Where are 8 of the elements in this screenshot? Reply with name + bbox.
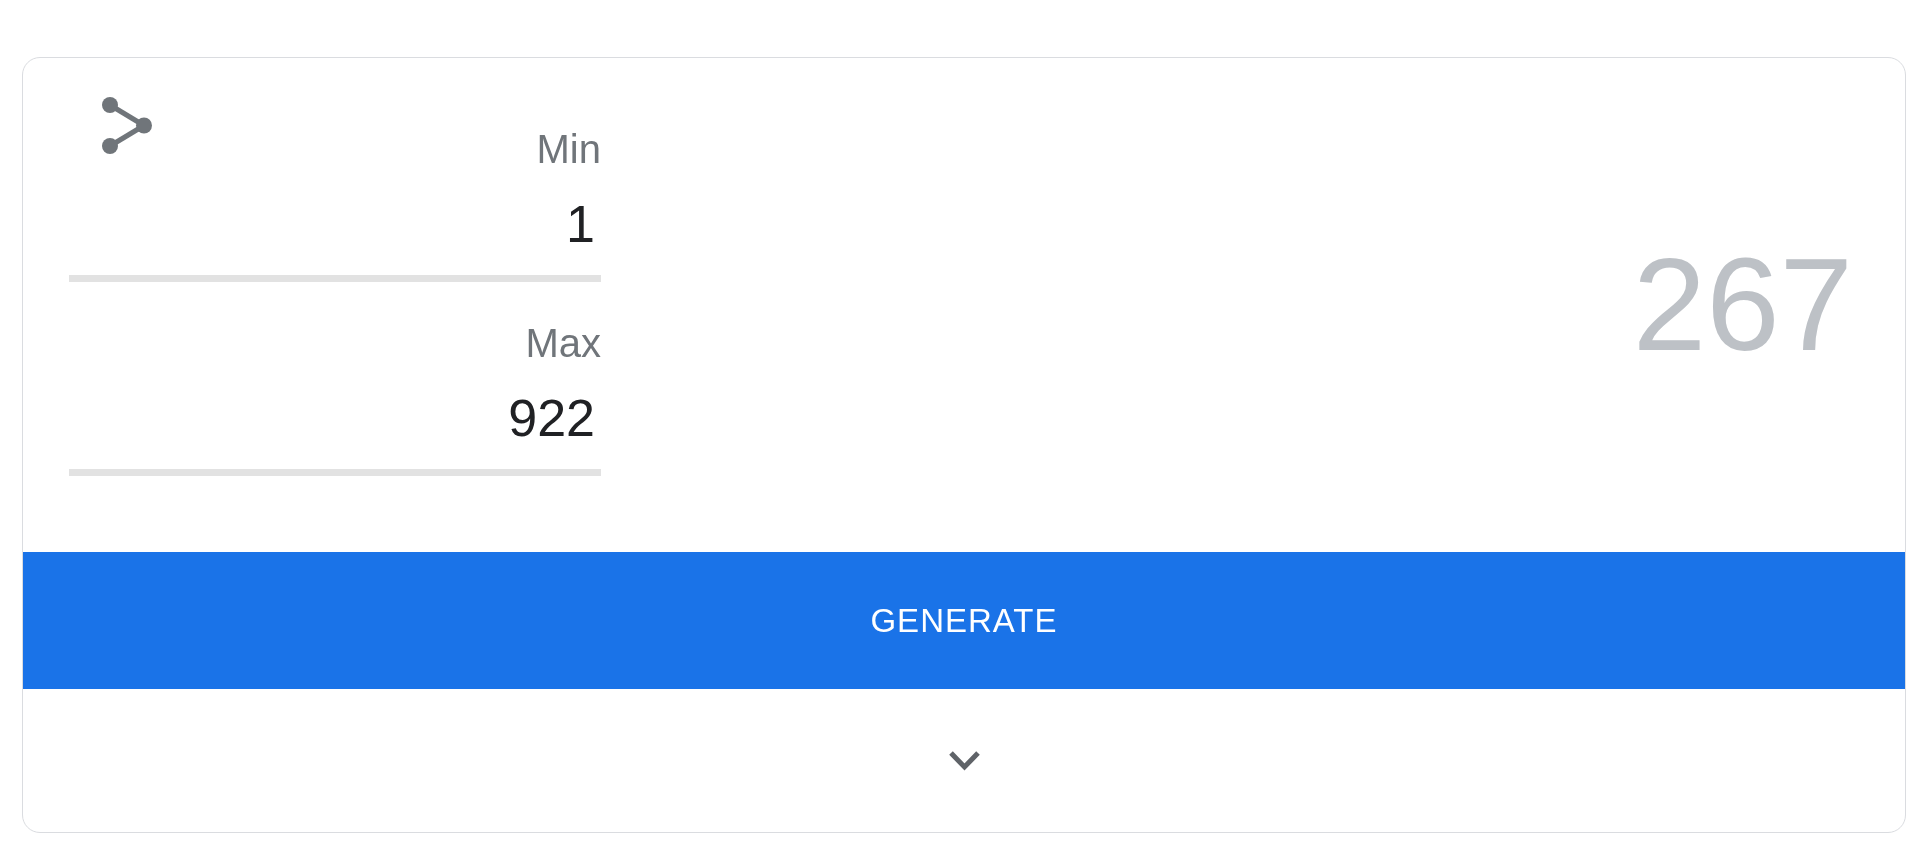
share-icon[interactable] xyxy=(102,97,152,154)
number-input-field[interactable]: 1 xyxy=(69,182,601,282)
number-input-field[interactable]: 922 xyxy=(69,376,601,476)
result-number: 267 xyxy=(1632,239,1853,371)
field-label: Max xyxy=(525,320,601,366)
field-label: Min xyxy=(536,126,601,172)
generate-button[interactable]: GENERATE xyxy=(23,552,1905,689)
chevron-icon[interactable] xyxy=(947,750,981,771)
